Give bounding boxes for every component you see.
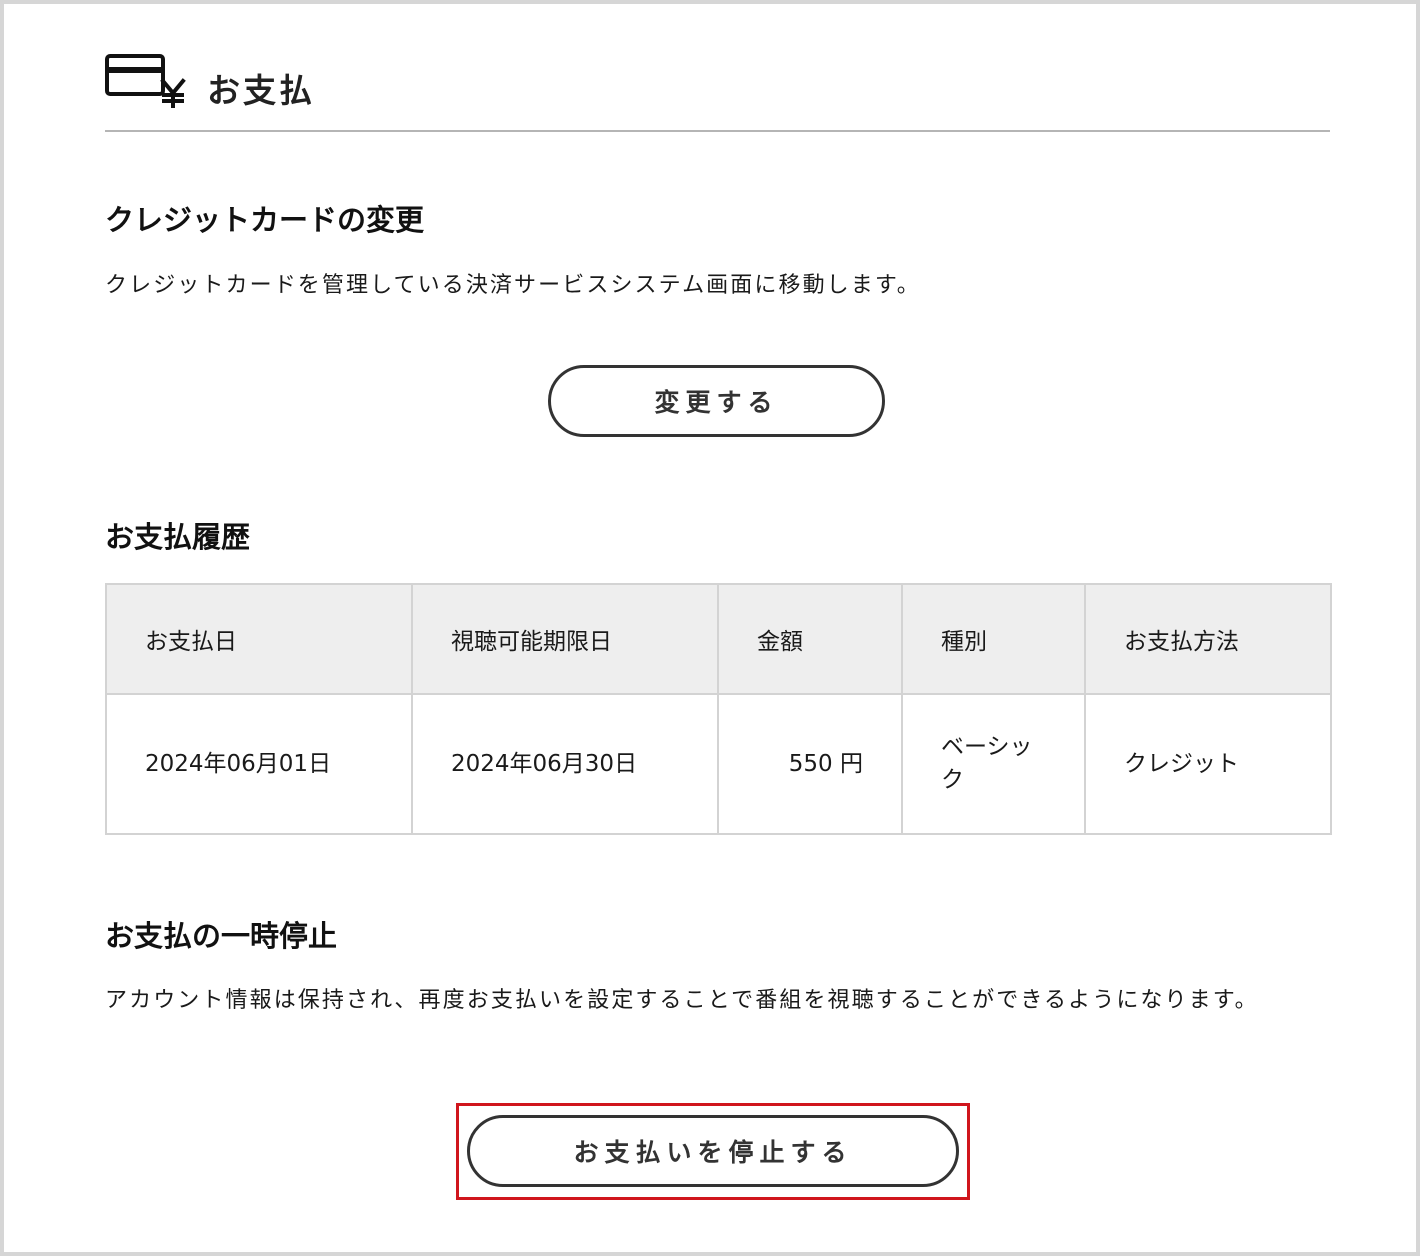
page-header: お支払 bbox=[105, 48, 1330, 132]
table-header-row: お支払日 視聴可能期限日 金額 種別 お支払方法 bbox=[105, 583, 1332, 695]
suspend-heading: お支払の一時停止 bbox=[105, 919, 338, 953]
cell-type: ベーシック bbox=[901, 693, 1086, 835]
change-card-button[interactable]: 変更する bbox=[548, 365, 885, 437]
card-change-description: クレジットカードを管理している決済サービスシステム画面に移動します。 bbox=[105, 273, 921, 298]
page-title: お支払 bbox=[207, 71, 315, 110]
suspend-description: アカウント情報は保持され、再度お支払いを設定することで番組を視聴することができる… bbox=[105, 988, 1259, 1013]
table-row: 2024年06月01日 2024年06月30日 550 円 ベーシック クレジッ… bbox=[105, 693, 1332, 835]
column-header-amount: 金額 bbox=[717, 583, 903, 695]
cell-amount: 550 円 bbox=[717, 693, 903, 835]
column-header-expiry-date: 視聴可能期限日 bbox=[411, 583, 719, 695]
history-heading: お支払履歴 bbox=[105, 520, 251, 554]
suspend-payment-button[interactable]: お支払いを停止する bbox=[467, 1115, 959, 1187]
credit-card-yen-icon bbox=[105, 54, 186, 108]
page-frame: お支払 クレジットカードの変更 クレジットカードを管理している決済サービスシステ… bbox=[0, 0, 1420, 1256]
card-change-heading: クレジットカードの変更 bbox=[105, 203, 425, 237]
column-header-method: お支払方法 bbox=[1084, 583, 1332, 695]
cell-expiry-date: 2024年06月30日 bbox=[411, 693, 719, 835]
column-header-payment-date: お支払日 bbox=[105, 583, 413, 695]
cell-payment-date: 2024年06月01日 bbox=[105, 693, 413, 835]
cell-method: クレジット bbox=[1084, 693, 1332, 835]
payment-history-table: お支払日 視聴可能期限日 金額 種別 お支払方法 2024年06月01日 202… bbox=[105, 583, 1332, 835]
column-header-type: 種別 bbox=[901, 583, 1086, 695]
